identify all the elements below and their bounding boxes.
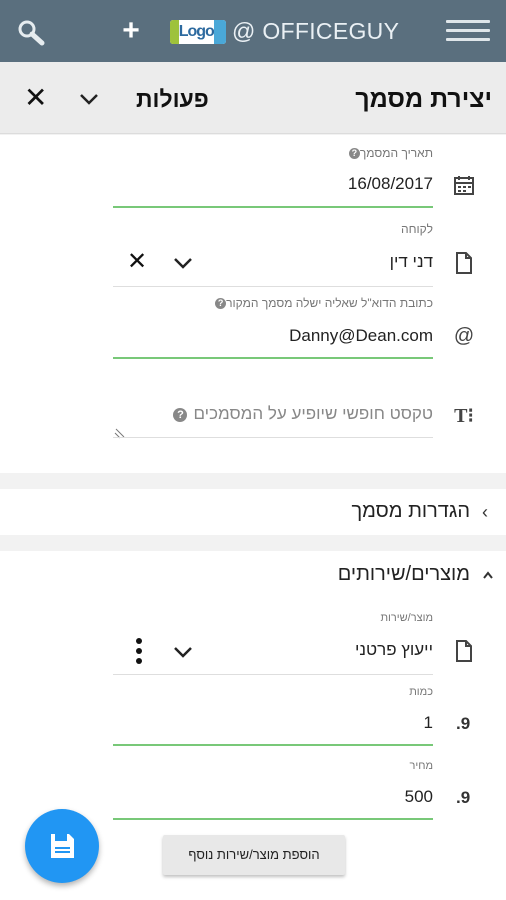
text-icon: T⁝: [454, 405, 474, 427]
customer-label: לקוחה: [401, 222, 433, 236]
search-icon[interactable]: [16, 18, 46, 46]
email-underline: [113, 357, 433, 359]
doc-date-label: תאריך המסמך?: [345, 146, 433, 160]
price-input[interactable]: 500: [405, 787, 433, 807]
number-icon: .9: [456, 714, 471, 733]
save-icon: [51, 834, 74, 858]
plus-icon[interactable]: +: [116, 14, 146, 48]
brand-name: @ OFFICEGUY: [232, 18, 400, 44]
help-icon: ?: [215, 298, 227, 310]
document-icon: [454, 640, 474, 664]
product-underline: [113, 674, 433, 675]
save-button[interactable]: [25, 809, 99, 883]
quantity-underline: [113, 744, 433, 746]
brand-logo: Logo: [170, 20, 226, 44]
clear-customer-icon[interactable]: ✕: [127, 250, 149, 274]
actions-menu-label[interactable]: פעולות: [136, 82, 209, 116]
quantity-input[interactable]: 1: [424, 713, 433, 733]
free-text-textarea[interactable]: טקסט חופשי שיופיע על המסמכים?: [169, 404, 433, 426]
doc-date-underline: [113, 206, 433, 208]
price-label: מחיר: [409, 760, 433, 772]
customer-select[interactable]: דני דין: [390, 252, 433, 272]
kebab-menu-icon[interactable]: [135, 638, 143, 664]
price-underline: [113, 818, 433, 820]
chevron-down-icon[interactable]: [78, 88, 100, 110]
doc-date-input[interactable]: 16/08/2017: [348, 174, 433, 194]
customer-underline: [113, 286, 433, 287]
chevron-up-icon[interactable]: [481, 568, 495, 580]
hamburger-menu-icon[interactable]: [446, 18, 490, 44]
page-header: יצירת מסמך פעולות ✕: [0, 62, 506, 134]
close-button[interactable]: ✕: [24, 84, 50, 112]
product-chevron-down-icon[interactable]: [172, 641, 194, 663]
products-title[interactable]: מוצרים/שירותים: [338, 563, 470, 586]
customer-chevron-down-icon[interactable]: [172, 252, 194, 274]
email-label: כתובת הדוא"ל שאליה ישלה מסמך המקור?: [211, 296, 433, 310]
quantity-label: כמות: [409, 686, 433, 698]
product-label: מוצר/שירות: [380, 612, 433, 624]
add-product-button[interactable]: הוספת מוצר/שירות נוסף: [163, 835, 345, 875]
doc-settings-title[interactable]: הגדרות מסמך: [351, 500, 470, 523]
page-title: יצירת מסמך: [355, 85, 492, 113]
top-bar: + Logo @ OFFICEGUY: [0, 0, 506, 62]
free-text-underline: [113, 437, 433, 438]
chevron-left-icon[interactable]: ‹: [482, 502, 496, 522]
brand-logo-text: Logo: [178, 20, 215, 44]
at-icon: @: [453, 325, 475, 347]
product-select[interactable]: ייעוץ פרטני: [355, 640, 433, 660]
help-icon: ?: [348, 148, 360, 160]
email-input[interactable]: Danny@Dean.com: [289, 326, 433, 346]
help-icon: ?: [173, 407, 188, 422]
free-text-placeholder: טקסט חופשי שיופיע על המסמכים: [193, 404, 433, 423]
calendar-icon[interactable]: [452, 174, 476, 196]
document-icon: [454, 252, 474, 276]
number-icon: .9: [456, 788, 471, 807]
